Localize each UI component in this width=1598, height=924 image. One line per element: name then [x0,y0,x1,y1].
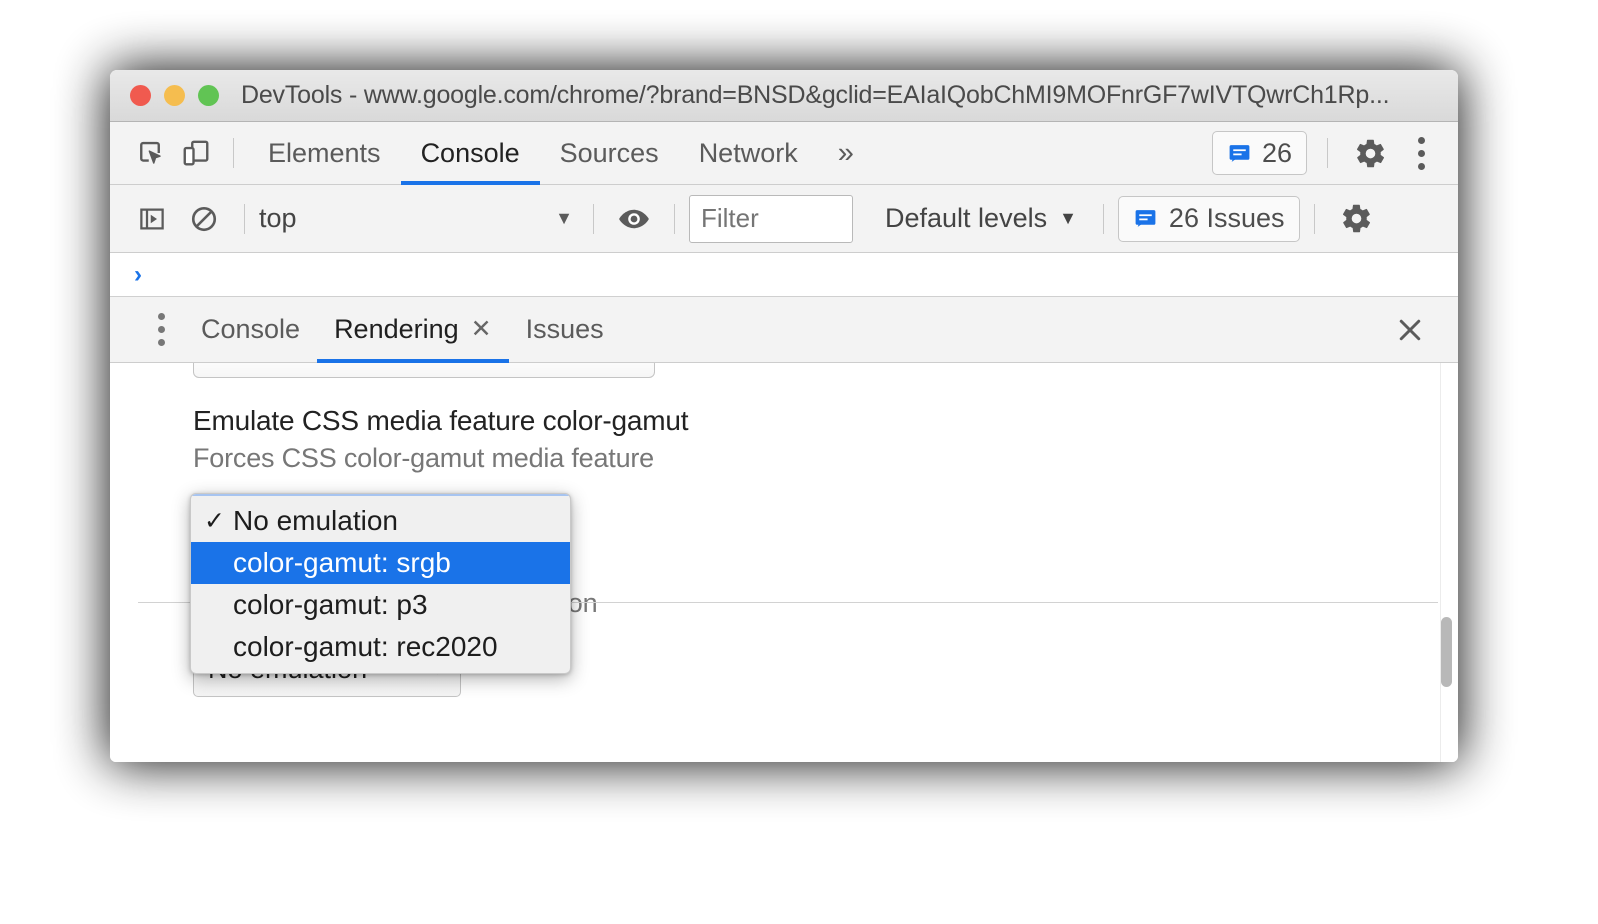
color-gamut-title: Emulate CSS media feature color-gamut [193,405,689,436]
log-levels-selector[interactable]: Default levels ▼ [873,203,1089,234]
console-sidebar-icon[interactable] [126,193,178,245]
console-toolbar-divider-4 [1102,203,1104,234]
execution-context-value: top [259,203,297,233]
previous-setting-select-peek[interactable] [193,363,655,378]
zoom-window-button[interactable] [198,85,219,106]
drawer-tab-console[interactable]: Console [184,297,317,363]
prompt-chevron-icon: › [134,260,142,288]
chevron-down-icon: ▼ [555,208,573,228]
chevron-down-icon: ▼ [1059,208,1077,228]
drawer-tab-rendering[interactable]: Rendering ✕ [317,297,509,363]
dropdown-focus-accent [192,494,569,496]
window-title: DevTools - www.google.com/chrome/?brand=… [241,81,1390,109]
dropdown-option-label: color-gamut: p3 [233,589,428,620]
check-icon: ✓ [204,507,225,535]
inspect-element-icon[interactable] [127,130,173,176]
drawer-kebab-menu-icon[interactable] [138,305,184,355]
toolbar-divider [233,138,234,168]
execution-context-selector[interactable]: top ▼ [259,194,579,244]
tab-sources[interactable]: Sources [540,122,679,185]
issues-button[interactable]: 26 Issues [1117,195,1300,242]
dropdown-option-srgb[interactable]: color-gamut: srgb [191,542,570,584]
minimize-window-button[interactable] [164,85,185,106]
toolbar-divider-2 [1327,138,1328,168]
clear-console-icon[interactable] [178,193,230,245]
main-toolbar: Elements Console Sources Network » 26 [110,122,1458,185]
console-toolbar-divider [244,203,245,234]
dropdown-option-label: No emulation [233,505,398,536]
console-settings-gear-icon[interactable] [1329,194,1385,244]
issues-message-icon [1135,210,1156,227]
color-gamut-description: Forces CSS color-gamut media feature [193,443,654,473]
issues-count: 26 [1261,137,1292,168]
console-prompt-row[interactable]: › [110,253,1458,297]
page-root: DevTools - www.google.com/chrome/?brand=… [0,0,1598,924]
dropdown-option-rec2020[interactable]: color-gamut: rec2020 [191,626,570,668]
console-toolbar-divider-5 [1313,203,1315,234]
dropdown-option-p3[interactable]: color-gamut: p3 [191,584,570,626]
more-tabs-button[interactable]: » [824,138,868,168]
color-gamut-dropdown-popup[interactable]: ✓ No emulation color-gamut: srgb color-g… [190,493,571,674]
close-rendering-tab-icon[interactable]: ✕ [471,317,492,342]
log-levels-label: Default levels [885,203,1048,233]
tab-console[interactable]: Console [400,122,540,185]
window-titlebar: DevTools - www.google.com/chrome/?brand=… [110,70,1458,122]
drawer-tab-issues-label: Issues [525,314,604,344]
panel-scrollbar[interactable] [1440,363,1456,762]
dropdown-option-no-emulation[interactable]: ✓ No emulation [191,500,570,542]
issues-button-label: 26 Issues [1168,203,1285,233]
tab-network[interactable]: Network [679,122,818,185]
gear-icon[interactable] [1342,128,1398,178]
tab-elements[interactable]: Elements [248,122,401,185]
device-toolbar-icon[interactable] [173,130,219,176]
traffic-lights [130,85,219,106]
filter-input[interactable] [689,194,853,243]
drawer-toolbar: Console Rendering ✕ Issues [110,297,1458,363]
drawer-tab-rendering-label: Rendering [334,314,459,344]
drawer-tab-console-label: Console [201,314,301,344]
drawer-tab-issues[interactable]: Issues [509,297,621,363]
tab-sources-label: Sources [559,137,659,168]
issues-counter-button[interactable]: 26 [1211,131,1307,175]
console-toolbar-divider-2 [593,203,594,234]
close-drawer-icon[interactable] [1380,300,1440,360]
live-expression-eye-icon[interactable] [608,193,660,245]
tab-elements-label: Elements [268,137,381,168]
panel-scrollbar-thumb[interactable] [1441,617,1452,687]
kebab-menu-icon[interactable] [1398,128,1444,178]
dropdown-option-label: color-gamut: rec2020 [233,631,498,662]
issues-message-icon [1229,144,1250,162]
dropdown-option-label: color-gamut: srgb [233,547,451,578]
close-window-button[interactable] [130,85,151,106]
tab-network-label: Network [698,137,798,168]
console-toolbar: top ▼ Default levels ▼ [110,185,1458,253]
tab-console-label: Console [420,137,520,168]
console-toolbar-divider-3 [674,203,675,234]
